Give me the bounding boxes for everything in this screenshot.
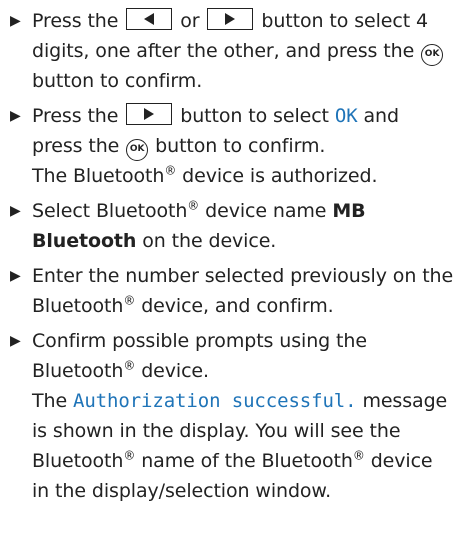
step-1-text-b: or <box>180 10 200 32</box>
registered-mark: ® <box>123 358 136 373</box>
display-ok-text: OK <box>334 105 358 127</box>
step-5-result-prefix: The <box>32 390 68 412</box>
left-arrow-key-icon <box>126 8 173 30</box>
step-3: ▶ Select Bluetooth® device name MB Bluet… <box>8 196 455 256</box>
manual-page: ▶ Press the or button to select 4 digits… <box>0 0 463 542</box>
step-4-text-b: device, and confirm. <box>141 295 334 317</box>
step-4: ▶ Enter the number selected previously o… <box>8 261 455 321</box>
step-1: ▶ Press the or button to select 4 digits… <box>8 6 455 96</box>
registered-mark: ® <box>352 448 365 463</box>
step-2-result-a: The Bluetooth <box>32 165 165 187</box>
ok-button-icon: OK <box>421 44 444 66</box>
step-5: ▶ Confirm possible prompts using the Blu… <box>8 326 455 506</box>
step-3-text-a: Select Bluetooth <box>32 200 188 222</box>
bullet-icon: ▶ <box>10 333 21 349</box>
step-1-text-d: button to confirm. <box>32 70 203 92</box>
registered-mark: ® <box>123 293 136 308</box>
step-2-text-d: button to confirm. <box>155 135 326 157</box>
bullet-icon: ▶ <box>10 203 21 219</box>
step-2-text-b: button to select <box>180 105 329 127</box>
step-2-text-a: Press the <box>32 105 119 127</box>
ok-button-icon: OK <box>126 139 149 161</box>
step-2-result-b: device is authorized. <box>182 165 378 187</box>
registered-mark: ® <box>123 448 136 463</box>
step-5-text-b: device. <box>141 360 209 382</box>
right-arrow-key-icon <box>126 103 173 125</box>
registered-mark: ® <box>164 163 177 178</box>
step-2: ▶ Press the button to select OK and pres… <box>8 101 455 191</box>
registered-mark: ® <box>187 198 200 213</box>
step-5-result-middle2: name of the Bluetooth <box>141 450 353 472</box>
bullet-icon: ▶ <box>10 268 21 284</box>
display-authorization-text: Authorization successful. <box>73 390 357 412</box>
right-arrow-key-icon <box>207 8 254 30</box>
bullet-icon: ▶ <box>10 108 21 124</box>
step-3-text-b: device name <box>205 200 327 222</box>
step-1-text-a: Press the <box>32 10 119 32</box>
bullet-icon: ▶ <box>10 13 21 29</box>
step-3-text-c: on the device. <box>142 230 277 252</box>
